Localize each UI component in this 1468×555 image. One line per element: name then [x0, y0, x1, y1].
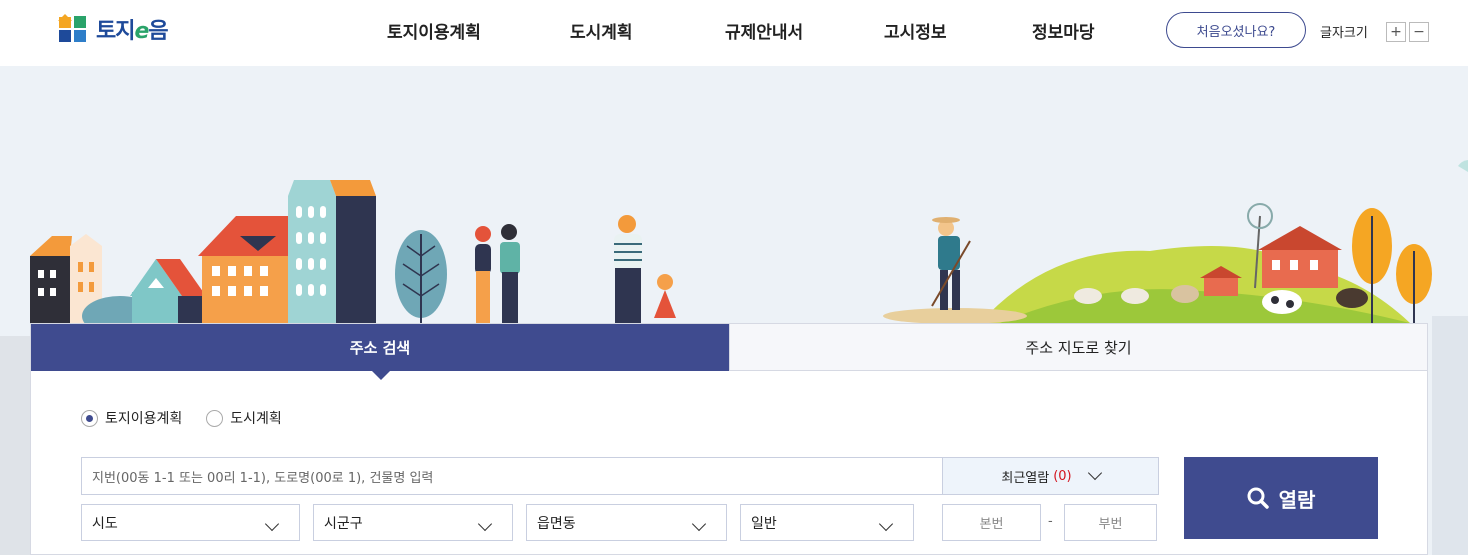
font-size-increase-button[interactable]: + — [1386, 22, 1406, 42]
nav-notice-info[interactable]: 고시정보 — [884, 18, 947, 43]
farm-scene — [883, 203, 1432, 324]
sigungu-select[interactable]: 시군구 — [313, 504, 513, 541]
first-visit-button[interactable]: 처음오셨나요? — [1166, 12, 1306, 48]
chevron-down-icon — [878, 516, 894, 532]
sub-lot-number-input[interactable]: 부번 — [1064, 504, 1157, 541]
chevron-down-icon — [1087, 465, 1102, 481]
sido-select-value: 시도 — [92, 515, 118, 532]
lot-type-select[interactable]: 일반 — [740, 504, 914, 541]
site-logo[interactable]: 토지e음 — [58, 14, 169, 44]
tab-map-search[interactable]: 주소 지도로 찾기 — [729, 324, 1427, 371]
font-size-decrease-button[interactable]: − — [1409, 22, 1429, 42]
eupmyeondong-select-value: 읍면동 — [537, 515, 576, 532]
view-button[interactable]: 열람 — [1184, 457, 1378, 539]
chevron-down-icon — [477, 516, 493, 532]
nav-info-plaza[interactable]: 정보마당 — [1032, 18, 1095, 43]
plan-type-radio-group: 토지이용계획 도시계획 — [81, 408, 306, 428]
radio-land-use-plan-label: 토지이용계획 — [105, 411, 183, 427]
lot-type-select-value: 일반 — [751, 515, 777, 532]
logo-text: 토지e음 — [96, 19, 169, 44]
people-couple — [475, 224, 520, 323]
radio-land-use-plan[interactable] — [81, 409, 98, 427]
chevron-down-icon — [691, 516, 707, 532]
sigungu-select-value: 시군구 — [324, 515, 363, 532]
people-parent-child — [614, 215, 676, 323]
top-header: 토지e음 토지이용계획 도시계획 규제안내서 고시정보 정보마당 처음오셨나요?… — [0, 0, 1468, 66]
recent-views-count: (0) — [1053, 468, 1072, 484]
radio-urban-plan[interactable] — [206, 409, 224, 427]
address-search-input[interactable]: 지번(00동 1-1 또는 00리 1-1), 도로명(00로 1), 건물명 … — [81, 457, 943, 495]
logo-mark-icon — [58, 14, 86, 42]
address-search-panel: 주소 검색 주소 지도로 찾기 토지이용계획 도시계획 지번(00동 1-1 또… — [30, 323, 1428, 555]
recent-views-label: 최근열람 — [1001, 470, 1050, 486]
eupmyeondong-select[interactable]: 읍면동 — [526, 504, 727, 541]
city-buildings — [30, 180, 376, 336]
recent-views-dropdown[interactable]: 최근열람 (0) — [942, 457, 1159, 495]
nav-land-use-plan[interactable]: 토지이용계획 — [387, 18, 481, 43]
sido-select[interactable]: 시도 — [81, 504, 300, 541]
chevron-down-icon — [264, 516, 280, 532]
nav-urban-plan[interactable]: 도시계획 — [570, 18, 633, 43]
nav-regulation-guide[interactable]: 규제안내서 — [725, 18, 803, 43]
font-size-label: 글자크기 — [1320, 26, 1368, 41]
radio-urban-plan-label: 도시계획 — [230, 411, 282, 427]
view-button-label: 열람 — [1278, 487, 1316, 512]
main-lot-number-input[interactable]: 본번 — [942, 504, 1041, 541]
tree-icon — [395, 230, 447, 323]
tab-address-search[interactable]: 주소 검색 — [31, 324, 729, 380]
lot-number-dash: - — [1048, 514, 1053, 529]
search-icon — [1247, 487, 1269, 509]
